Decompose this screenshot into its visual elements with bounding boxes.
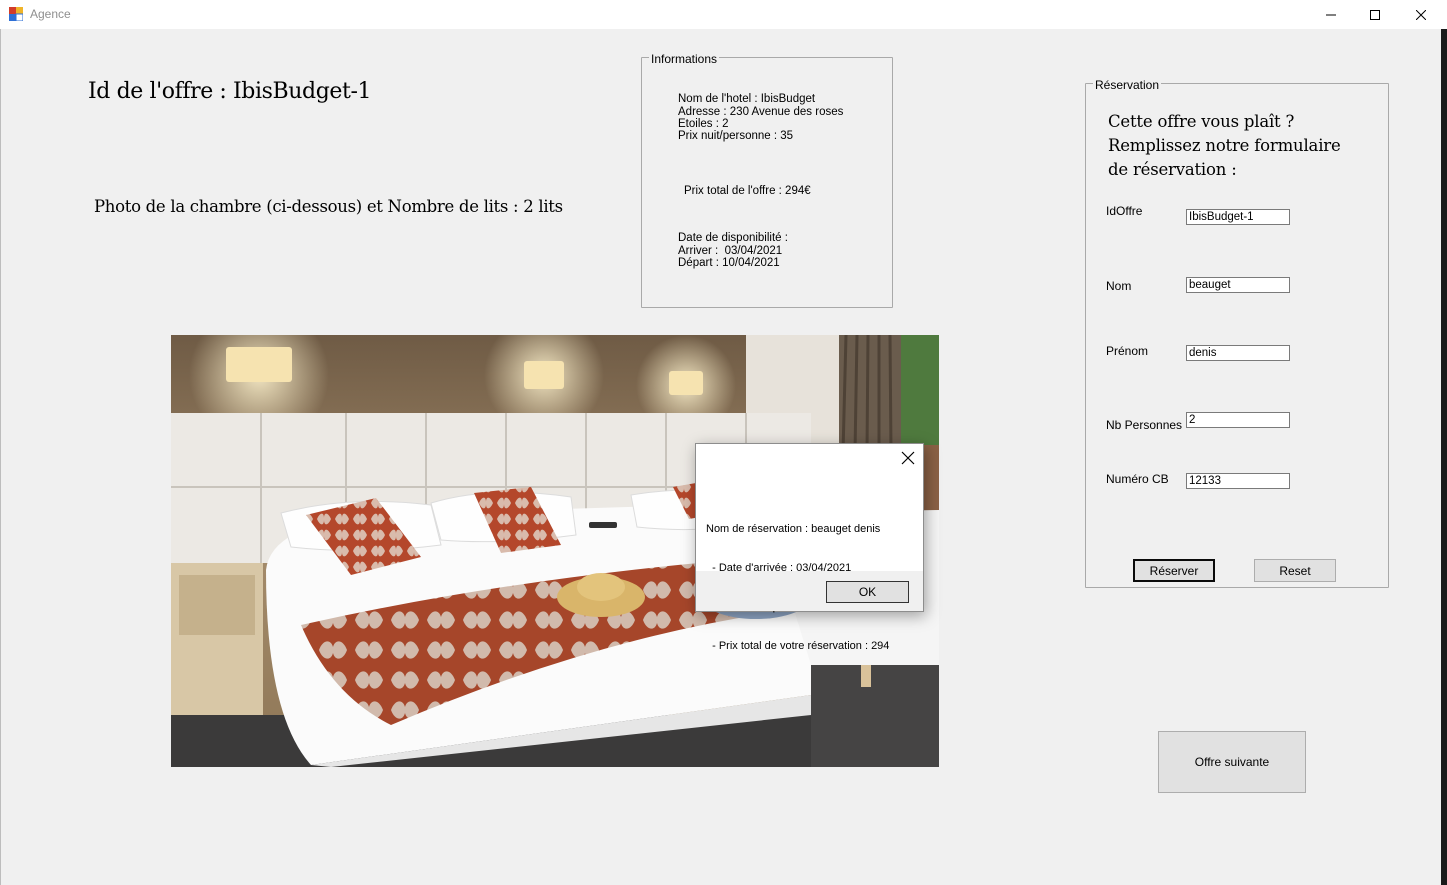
maximize-icon [1370,9,1380,20]
hotel-address: Adresse : 230 Avenue des roses [678,106,844,118]
offer-id-heading: Id de l'offre : IbisBudget-1 [88,79,372,104]
nom-field[interactable]: beauget [1186,277,1290,293]
minimize-button[interactable] [1308,0,1354,29]
departure-date: Départ : 10/04/2021 [678,257,780,269]
price-per-night: Prix nuit/personne : 35 [678,130,794,142]
reservation-intro: Cette offre vous plaît ? Remplissez notr… [1108,110,1341,182]
informations-legend: Informations [649,52,720,66]
prenom-field[interactable]: denis [1186,345,1290,361]
reservation-intro-line: Remplissez notre formulaire [1108,136,1341,155]
reserve-button[interactable]: Réserver [1133,559,1215,582]
dialog-line: - Prix total de votre réservation : 294 [706,640,890,652]
nb-personnes-field[interactable]: 2 [1186,412,1290,428]
hotel-stars: Etoiles : 2 [678,118,729,130]
reservation-legend: Réservation [1093,78,1162,92]
nb-personnes-label: Nb Personnes [1106,418,1183,432]
availability-title: Date de disponibilité : [678,232,788,244]
minimize-icon [1326,14,1336,15]
maximize-button[interactable] [1352,0,1398,29]
window-border-right [1441,29,1447,885]
window-border-left [0,29,1,885]
nom-label: Nom [1106,279,1132,293]
app-icon [9,7,23,21]
reset-button[interactable]: Reset [1254,559,1336,582]
close-window-button[interactable] [1398,0,1444,29]
prenom-label: Prénom [1106,344,1149,358]
arrival-date: Arriver : 03/04/2021 [678,245,783,257]
hotel-name: Nom de l'hotel : IbisBudget [678,93,816,105]
confirmation-dialog: Nom de réservation : beauget denis - Dat… [695,443,924,652]
close-icon [1416,9,1426,20]
window-title: Agence [30,7,71,21]
idoffre-field[interactable]: IbisBudget-1 [1186,209,1290,225]
numero-cb-field[interactable]: 12133 [1186,473,1290,489]
reservation-intro-line: Cette offre vous plaît ? [1108,112,1295,131]
title-bar [0,0,1447,29]
dialog-line: Nom de réservation : beauget denis [706,523,881,535]
next-offer-button[interactable]: Offre suivante [1158,731,1306,793]
offer-total-price: Prix total de l'offre : 294€ [684,185,811,197]
dialog-close-icon[interactable] [901,451,915,465]
photo-caption: Photo de la chambre (ci-dessous) et Nomb… [94,197,563,216]
reservation-intro-line: de réservation : [1108,160,1237,179]
idoffre-label: IdOffre [1106,204,1143,218]
numero-cb-label: Numéro CB [1106,472,1169,486]
ok-button[interactable]: OK [826,581,909,603]
